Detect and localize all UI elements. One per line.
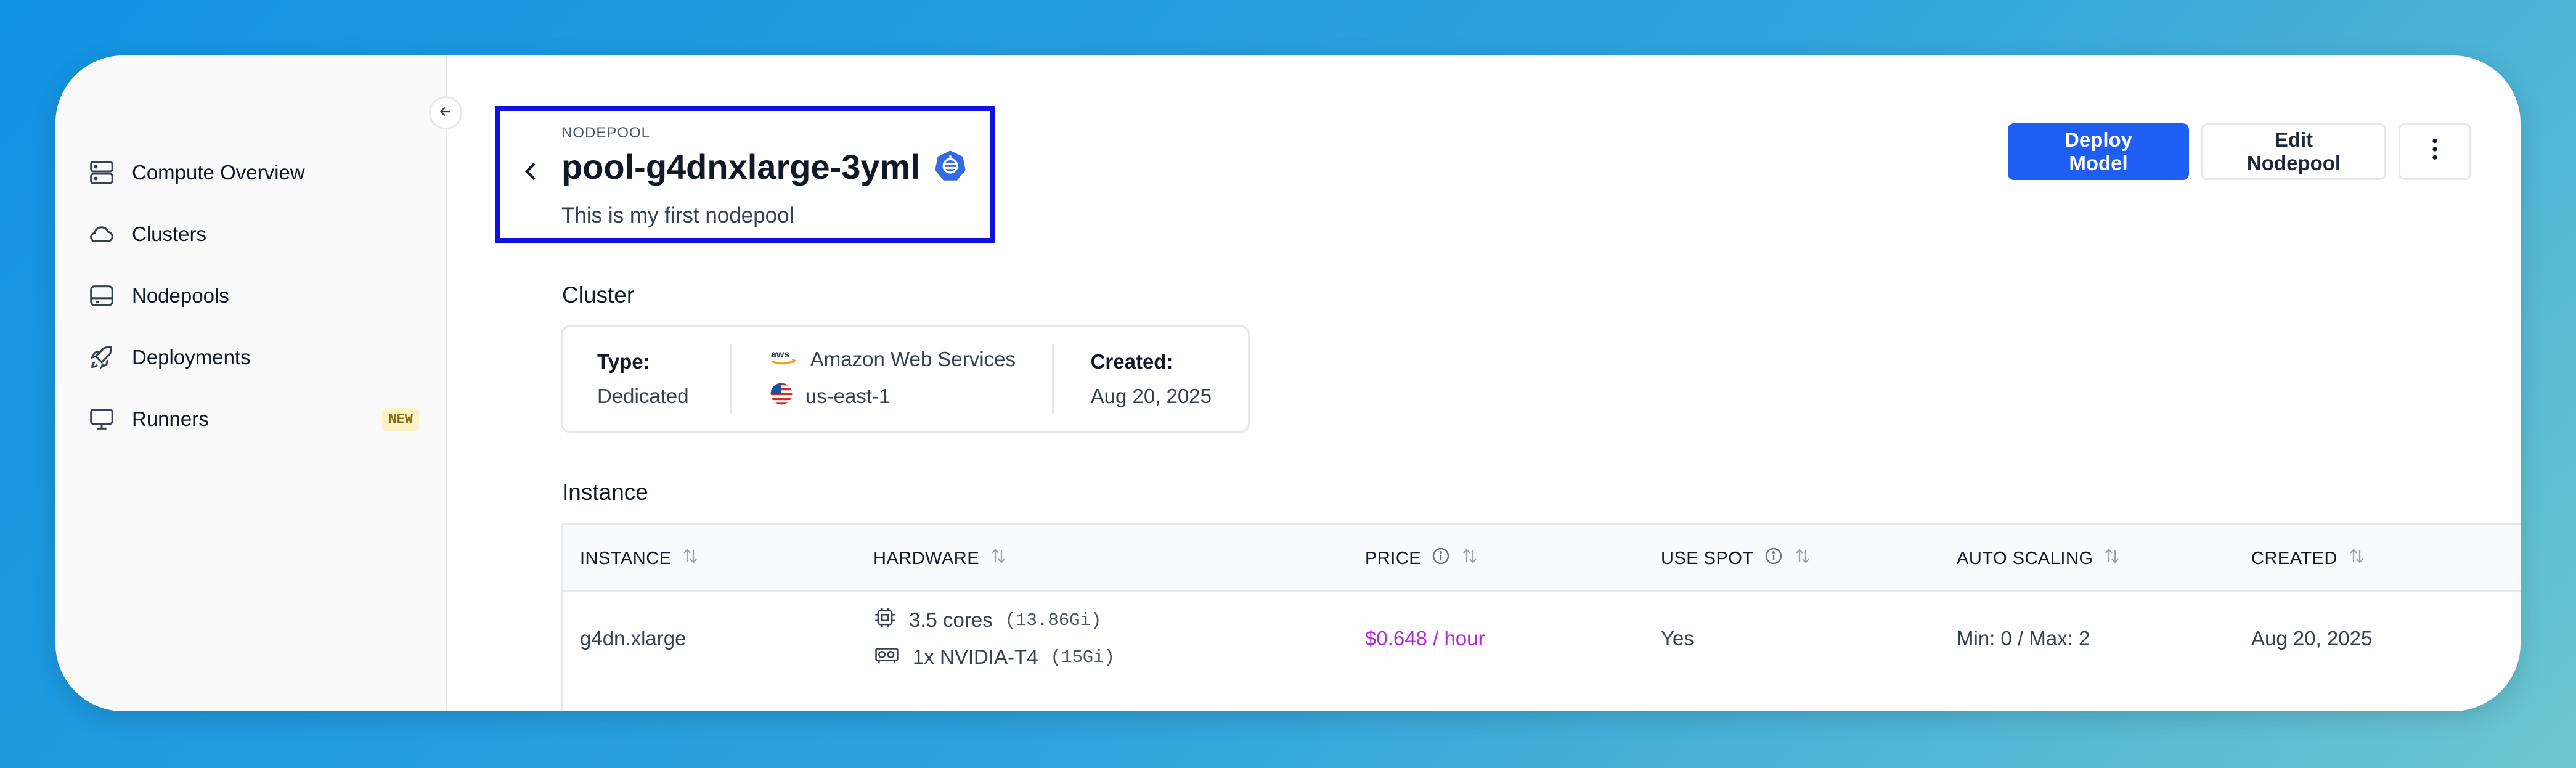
title-row: pool-g4dnxlarge-3yml (561, 147, 967, 187)
sidebar-item-clusters[interactable]: Clusters (86, 203, 419, 265)
instance-section-title: Instance (562, 480, 648, 505)
chevron-left-icon (521, 159, 540, 187)
more-vertical-icon (2431, 137, 2439, 166)
column-label: INSTANCE (580, 548, 672, 568)
sort-icon (1461, 547, 1479, 570)
created-value: Aug 20, 2025 (1090, 385, 1212, 407)
sidebar-item-label: Clusters (132, 223, 207, 245)
cpu-chip-icon (873, 606, 897, 634)
sort-icon (681, 547, 699, 570)
cell-use-spot: Yes (1661, 627, 1694, 650)
sidebar-item-nodepools[interactable]: Nodepools (86, 265, 419, 327)
provider-name: Amazon Web Services (810, 348, 1016, 370)
page-eyebrow: NODEPOOL (561, 125, 651, 141)
back-button[interactable] (518, 154, 543, 191)
column-header-use-spot[interactable]: USE SPOT (1661, 525, 1812, 592)
cluster-card: Type: Dedicated aws Amazon Web Services … (561, 325, 1250, 433)
page-description: This is my first nodepool (561, 203, 794, 227)
cell-price: $0.648 / hour (1365, 627, 1485, 650)
main-content: NODEPOOL pool-g4dnxlarge-3yml This is my… (447, 55, 2521, 711)
cell-auto-scaling: Min: 0 / Max: 2 (1957, 627, 2090, 650)
column-label: HARDWARE (873, 548, 980, 568)
sidebar-nav: Compute Overview Clusters Nodepools Depl… (86, 142, 419, 450)
collapse-sidebar-button[interactable] (429, 96, 462, 129)
region-name: us-east-1 (805, 385, 891, 407)
more-options-button[interactable] (2399, 123, 2471, 180)
cell-hardware: 3.5 cores (13.86Gi) 1x NVIDIA-T4 (15Gi) (873, 592, 1115, 685)
table-row[interactable]: g4dn.xlarge 3.5 cores (13.86Gi) 1x NVIDI… (563, 592, 2521, 685)
kubernetes-icon (934, 149, 967, 185)
column-header-price[interactable]: PRICE (1365, 525, 1479, 592)
sidebar-item-label: Deployments (132, 346, 251, 369)
svg-text:aws: aws (771, 349, 789, 360)
sort-icon (2103, 547, 2121, 570)
sidebar-item-compute-overview[interactable]: Compute Overview (86, 142, 419, 203)
instance-table: INSTANCE HARDWARE PRICE USE SPOT AUTO SC… (561, 523, 2521, 711)
new-badge: NEW (382, 407, 419, 431)
column-label: AUTO SCALING (1957, 548, 2093, 568)
cpu-line: 3.5 cores (13.86Gi) (873, 606, 1101, 634)
column-header-created[interactable]: CREATED (2251, 525, 2366, 592)
table-header: INSTANCE HARDWARE PRICE USE SPOT AUTO SC… (563, 525, 2521, 592)
column-header-hardware[interactable]: HARDWARE (873, 525, 1008, 592)
sidebar: Compute Overview Clusters Nodepools Depl… (55, 55, 447, 711)
column-header-instance[interactable]: INSTANCE (580, 525, 699, 592)
app-window: Compute Overview Clusters Nodepools Depl… (55, 55, 2521, 711)
cluster-section-title: Cluster (562, 282, 635, 308)
cpu-cores: 3.5 cores (909, 608, 993, 631)
gpu-model: 1x NVIDIA-T4 (913, 645, 1038, 668)
cluster-created: Created: Aug 20, 2025 (1051, 344, 1248, 414)
cpu-memory: (13.86Gi) (1005, 610, 1102, 631)
region-row: us-east-1 (770, 382, 1017, 411)
header-actions: Deploy Model Edit Nodepool (2008, 123, 2471, 180)
column-header-auto-scaling[interactable]: AUTO SCALING (1957, 525, 2121, 592)
sidebar-item-deployments[interactable]: Deployments (86, 327, 419, 388)
info-icon[interactable] (1431, 546, 1451, 571)
cell-instance: g4dn.xlarge (580, 627, 687, 650)
arrow-left-icon (438, 104, 454, 123)
edit-nodepool-button[interactable]: Edit Nodepool (2201, 123, 2386, 180)
us-flag-icon (770, 382, 793, 411)
info-icon[interactable] (1764, 546, 1783, 571)
drive-icon (86, 280, 117, 311)
gpu-line: 1x NVIDIA-T4 (15Gi) (873, 643, 1115, 671)
deploy-model-button[interactable]: Deploy Model (2008, 123, 2189, 180)
cluster-type: Type: Dedicated (563, 344, 730, 414)
sidebar-item-label: Runners (132, 407, 209, 430)
sort-icon (989, 547, 1008, 570)
type-label: Type: (597, 350, 650, 373)
type-value: Dedicated (597, 385, 689, 407)
monitor-icon (86, 404, 117, 435)
sidebar-item-label: Compute Overview (132, 161, 305, 184)
server-icon (86, 157, 117, 188)
sort-icon (1793, 547, 1812, 570)
provider-row: aws Amazon Web Services (770, 348, 1017, 371)
sort-icon (2347, 547, 2366, 570)
rocket-icon (86, 342, 117, 373)
nodepool-header: NODEPOOL pool-g4dnxlarge-3yml This is my… (495, 106, 995, 243)
cell-created: Aug 20, 2025 (2251, 627, 2373, 650)
gpu-card-icon (873, 643, 900, 671)
page-title: pool-g4dnxlarge-3yml (561, 147, 920, 186)
column-label: CREATED (2251, 548, 2338, 568)
created-label: Created: (1090, 350, 1173, 373)
column-label: USE SPOT (1661, 548, 1754, 568)
aws-logo-icon: aws (770, 348, 798, 371)
sidebar-item-runners[interactable]: Runners NEW (86, 388, 419, 450)
gpu-memory: (15Gi) (1050, 647, 1115, 668)
column-label: PRICE (1365, 548, 1422, 568)
cluster-provider: aws Amazon Web Services us-east-1 (729, 344, 1052, 414)
cloud-icon (86, 219, 117, 250)
sidebar-item-label: Nodepools (132, 284, 229, 307)
